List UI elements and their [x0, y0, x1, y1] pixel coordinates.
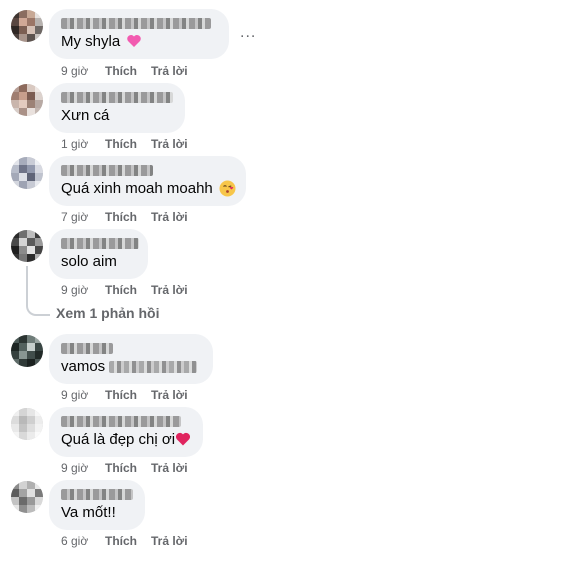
avatar[interactable] [11, 408, 43, 440]
comment-actions: 9 giờ Thích Trả lời [61, 64, 188, 78]
comment-time[interactable]: 9 giờ [61, 283, 105, 297]
comment-text: Quá là đẹp chị ơi [61, 430, 191, 449]
kiss-face-icon [219, 180, 236, 197]
like-button[interactable]: Thích [105, 388, 151, 402]
red-heart-icon [176, 432, 191, 446]
comment-time[interactable]: 9 giờ [61, 461, 105, 475]
comment-text: vamos [61, 357, 201, 376]
avatar[interactable] [11, 481, 43, 513]
like-button[interactable]: Thích [105, 137, 151, 151]
reply-button[interactable]: Trả lời [151, 388, 188, 402]
comment-text: solo aim [61, 253, 117, 270]
redacted-text [109, 361, 198, 374]
comment-bubble: vamos [49, 334, 213, 384]
like-button[interactable]: Thích [105, 283, 151, 297]
pink-heart-icon [127, 35, 142, 47]
avatar[interactable] [11, 335, 43, 367]
comment-time[interactable]: 7 giờ [61, 210, 105, 224]
comment-actions: 9 giờ Thích Trả lời [61, 283, 188, 297]
comment-bubble: Va mốt!! [49, 480, 145, 530]
avatar[interactable] [11, 10, 43, 42]
more-options-icon[interactable]: ... [240, 24, 256, 42]
avatar[interactable] [11, 157, 43, 189]
comment-actions: 7 giờ Thích Trả lời [61, 210, 188, 224]
comment-bubble: solo aim [49, 229, 148, 279]
like-button[interactable]: Thích [105, 210, 151, 224]
comment-bubble: Xưn cá [49, 83, 185, 133]
author-name[interactable] [61, 343, 113, 354]
comment-text: Xưn cá [61, 107, 110, 124]
comment-time[interactable]: 6 giờ [61, 534, 105, 548]
comment-text: My shyla [61, 32, 217, 51]
author-name[interactable] [61, 165, 153, 176]
comment-time[interactable]: 1 giờ [61, 137, 105, 151]
reply-thread-line [26, 266, 50, 316]
comment-actions: 1 giờ Thích Trả lời [61, 137, 188, 151]
reply-button[interactable]: Trả lời [151, 210, 188, 224]
author-name[interactable] [61, 489, 133, 500]
comment-time[interactable]: 9 giờ [61, 388, 105, 402]
author-name[interactable] [61, 18, 211, 29]
avatar[interactable] [11, 84, 43, 116]
view-replies-link[interactable]: Xem 1 phản hồi [56, 305, 159, 321]
avatar[interactable] [11, 230, 43, 262]
comment-bubble: Quá xinh moah moahh [49, 156, 246, 206]
comment-actions: 9 giờ Thích Trả lời [61, 461, 188, 475]
comment-actions: 6 giờ Thích Trả lời [61, 534, 188, 548]
comment-actions: 9 giờ Thích Trả lời [61, 388, 188, 402]
comment-text: Quá xinh moah moahh [61, 179, 236, 198]
author-name[interactable] [61, 238, 139, 249]
reply-button[interactable]: Trả lời [151, 137, 188, 151]
reply-button[interactable]: Trả lời [151, 534, 188, 548]
author-name[interactable] [61, 92, 173, 103]
reply-button[interactable]: Trả lời [151, 64, 188, 78]
author-name[interactable] [61, 416, 181, 427]
like-button[interactable]: Thích [105, 534, 151, 548]
reply-button[interactable]: Trả lời [151, 461, 188, 475]
comment-bubble: My shyla [49, 9, 229, 59]
comment-bubble: Quá là đẹp chị ơi [49, 407, 203, 457]
like-button[interactable]: Thích [105, 64, 151, 78]
reply-button[interactable]: Trả lời [151, 283, 188, 297]
like-button[interactable]: Thích [105, 461, 151, 475]
comment-text: Va mốt!! [61, 504, 116, 521]
comment-time[interactable]: 9 giờ [61, 64, 105, 78]
